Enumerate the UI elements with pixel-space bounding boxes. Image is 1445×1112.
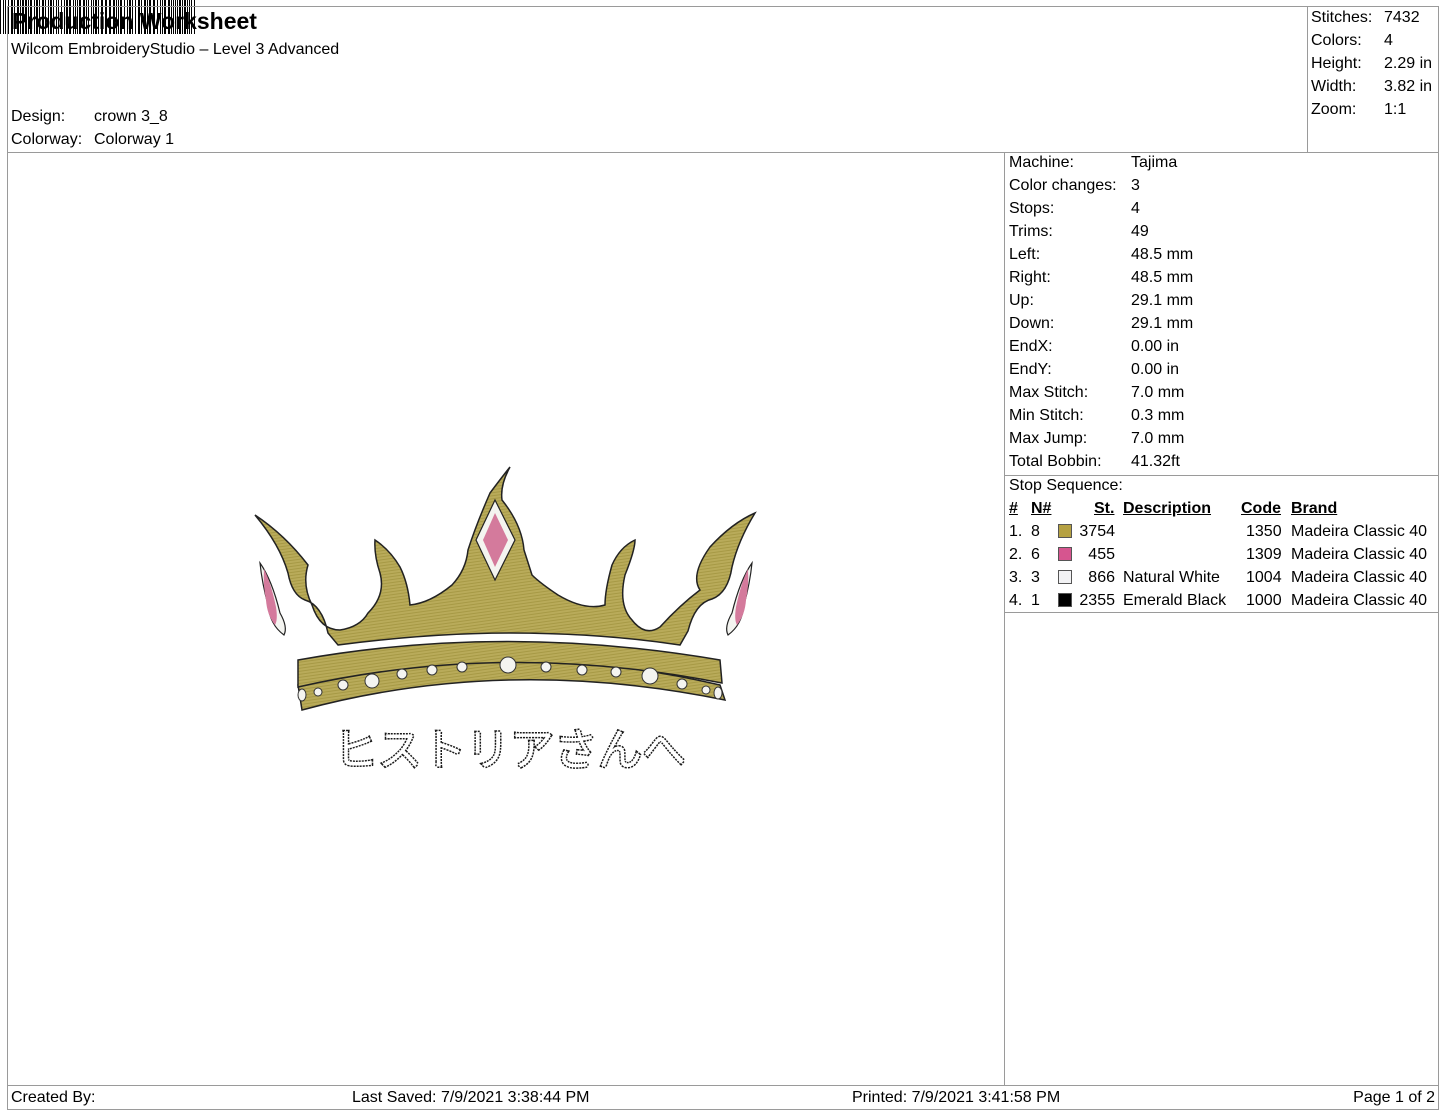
colors-label: Colors: bbox=[1311, 32, 1362, 49]
row-description: Natural White bbox=[1123, 569, 1220, 586]
row-stitches: 3754 bbox=[1079, 523, 1115, 540]
created-by: Created By: bbox=[11, 1089, 96, 1106]
col-header-code: Code bbox=[1241, 500, 1281, 517]
width-value: 3.82 in bbox=[1384, 78, 1433, 95]
stops-value: 4 bbox=[1131, 200, 1140, 217]
min-stitch-value: 0.3 mm bbox=[1131, 407, 1185, 424]
row-needle: 3 bbox=[1031, 569, 1040, 586]
colors-value: 4 bbox=[1384, 32, 1393, 49]
last-saved: Last Saved: 7/9/2021 3:38:44 PM bbox=[352, 1089, 590, 1106]
stop-table-bottom-rule bbox=[1004, 612, 1438, 613]
row-code: 1004 bbox=[1246, 569, 1282, 586]
zoom-value: 1:1 bbox=[1384, 101, 1407, 118]
frame-top bbox=[7, 6, 1438, 7]
design-caption-text: ヒストリアさんへ bbox=[334, 725, 686, 776]
row-code: 1309 bbox=[1246, 546, 1282, 563]
color-swatch bbox=[1058, 524, 1072, 538]
row-num: 4. bbox=[1009, 592, 1023, 609]
row-num: 1. bbox=[1009, 523, 1023, 540]
zoom-label: Zoom: bbox=[1311, 101, 1357, 118]
total-bobbin-value: 41.32ft bbox=[1131, 453, 1180, 470]
down-label: Down: bbox=[1009, 315, 1055, 332]
col-header-stitches: St. bbox=[1094, 500, 1115, 517]
header-bottom-rule bbox=[7, 152, 1438, 153]
row-needle: 8 bbox=[1031, 523, 1040, 540]
footer-top-rule bbox=[7, 1085, 1438, 1086]
row-stitches: 2355 bbox=[1079, 592, 1115, 609]
stitches-value: 7432 bbox=[1384, 9, 1420, 26]
row-needle: 6 bbox=[1031, 546, 1040, 563]
colorway-label: Colorway: bbox=[11, 131, 83, 148]
colorway-value: Colorway 1 bbox=[94, 131, 175, 148]
row-description: Emerald Black bbox=[1123, 592, 1227, 609]
col-header-needle: N# bbox=[1031, 500, 1052, 517]
row-code: 1350 bbox=[1246, 523, 1282, 540]
stop-sequence-rule bbox=[1004, 475, 1438, 476]
color-swatch bbox=[1058, 593, 1072, 607]
row-code: 1000 bbox=[1246, 592, 1282, 609]
endy-label: EndY: bbox=[1009, 361, 1052, 378]
row-brand: Madeira Classic 40 bbox=[1291, 546, 1428, 563]
machine-value: Tajima bbox=[1131, 154, 1178, 171]
col-header-num: # bbox=[1009, 500, 1018, 517]
endx-label: EndX: bbox=[1009, 338, 1053, 355]
page-title: Production Worksheet bbox=[12, 8, 257, 34]
row-brand: Madeira Classic 40 bbox=[1291, 569, 1428, 586]
design-label: Design: bbox=[11, 108, 66, 125]
endx-value: 0.00 in bbox=[1131, 338, 1180, 355]
page-number: Page 1 of 2 bbox=[1353, 1089, 1435, 1106]
stitches-label: Stitches: bbox=[1311, 9, 1373, 26]
side-panel-divider bbox=[1004, 152, 1005, 1086]
row-brand: Madeira Classic 40 bbox=[1291, 592, 1428, 609]
frame-right bbox=[1438, 6, 1439, 1110]
right-label: Right: bbox=[1009, 269, 1051, 286]
row-num: 3. bbox=[1009, 569, 1023, 586]
row-stitches: 866 bbox=[1088, 569, 1115, 586]
row-stitches: 455 bbox=[1088, 546, 1115, 563]
endy-value: 0.00 in bbox=[1131, 361, 1180, 378]
left-label: Left: bbox=[1009, 246, 1041, 263]
frame-left bbox=[7, 6, 8, 1110]
color-swatch bbox=[1058, 547, 1072, 561]
width-label: Width: bbox=[1311, 78, 1357, 95]
row-needle: 1 bbox=[1031, 592, 1040, 609]
min-stitch-label: Min Stitch: bbox=[1009, 407, 1084, 424]
machine-label: Machine: bbox=[1009, 154, 1074, 171]
trims-value: 49 bbox=[1131, 223, 1149, 240]
crown-shape bbox=[254, 466, 757, 711]
max-jump-value: 7.0 mm bbox=[1131, 430, 1185, 447]
max-jump-label: Max Jump: bbox=[1009, 430, 1088, 447]
barcode-bar bbox=[0, 0, 1, 34]
crown-design-preview: ヒストリアさんへ bbox=[254, 466, 757, 778]
barcode-bar bbox=[5, 0, 6, 34]
up-label: Up: bbox=[1009, 292, 1034, 309]
design-value: crown 3_8 bbox=[94, 108, 168, 125]
barcode-bar bbox=[3, 0, 4, 34]
printed-date: Printed: 7/9/2021 3:41:58 PM bbox=[852, 1089, 1061, 1106]
stats-box-divider bbox=[1307, 6, 1308, 153]
color-changes-value: 3 bbox=[1131, 177, 1140, 194]
stops-label: Stops: bbox=[1009, 200, 1055, 217]
frame-bottom bbox=[7, 1109, 1438, 1110]
software-name: Wilcom EmbroideryStudio – Level 3 Advanc… bbox=[11, 41, 340, 58]
row-num: 2. bbox=[1009, 546, 1023, 563]
color-swatch bbox=[1058, 570, 1072, 584]
max-stitch-value: 7.0 mm bbox=[1131, 384, 1185, 401]
left-value: 48.5 mm bbox=[1131, 246, 1194, 263]
max-stitch-label: Max Stitch: bbox=[1009, 384, 1089, 401]
col-header-description: Description bbox=[1123, 500, 1212, 517]
height-label: Height: bbox=[1311, 55, 1362, 72]
stop-sequence-title: Stop Sequence: bbox=[1009, 477, 1123, 494]
up-value: 29.1 mm bbox=[1131, 292, 1194, 309]
col-header-brand: Brand bbox=[1291, 500, 1338, 517]
total-bobbin-label: Total Bobbin: bbox=[1009, 453, 1102, 470]
height-value: 2.29 in bbox=[1384, 55, 1433, 72]
right-value: 48.5 mm bbox=[1131, 269, 1194, 286]
color-changes-label: Color changes: bbox=[1009, 177, 1117, 194]
trims-label: Trims: bbox=[1009, 223, 1053, 240]
down-value: 29.1 mm bbox=[1131, 315, 1194, 332]
row-brand: Madeira Classic 40 bbox=[1291, 523, 1428, 540]
